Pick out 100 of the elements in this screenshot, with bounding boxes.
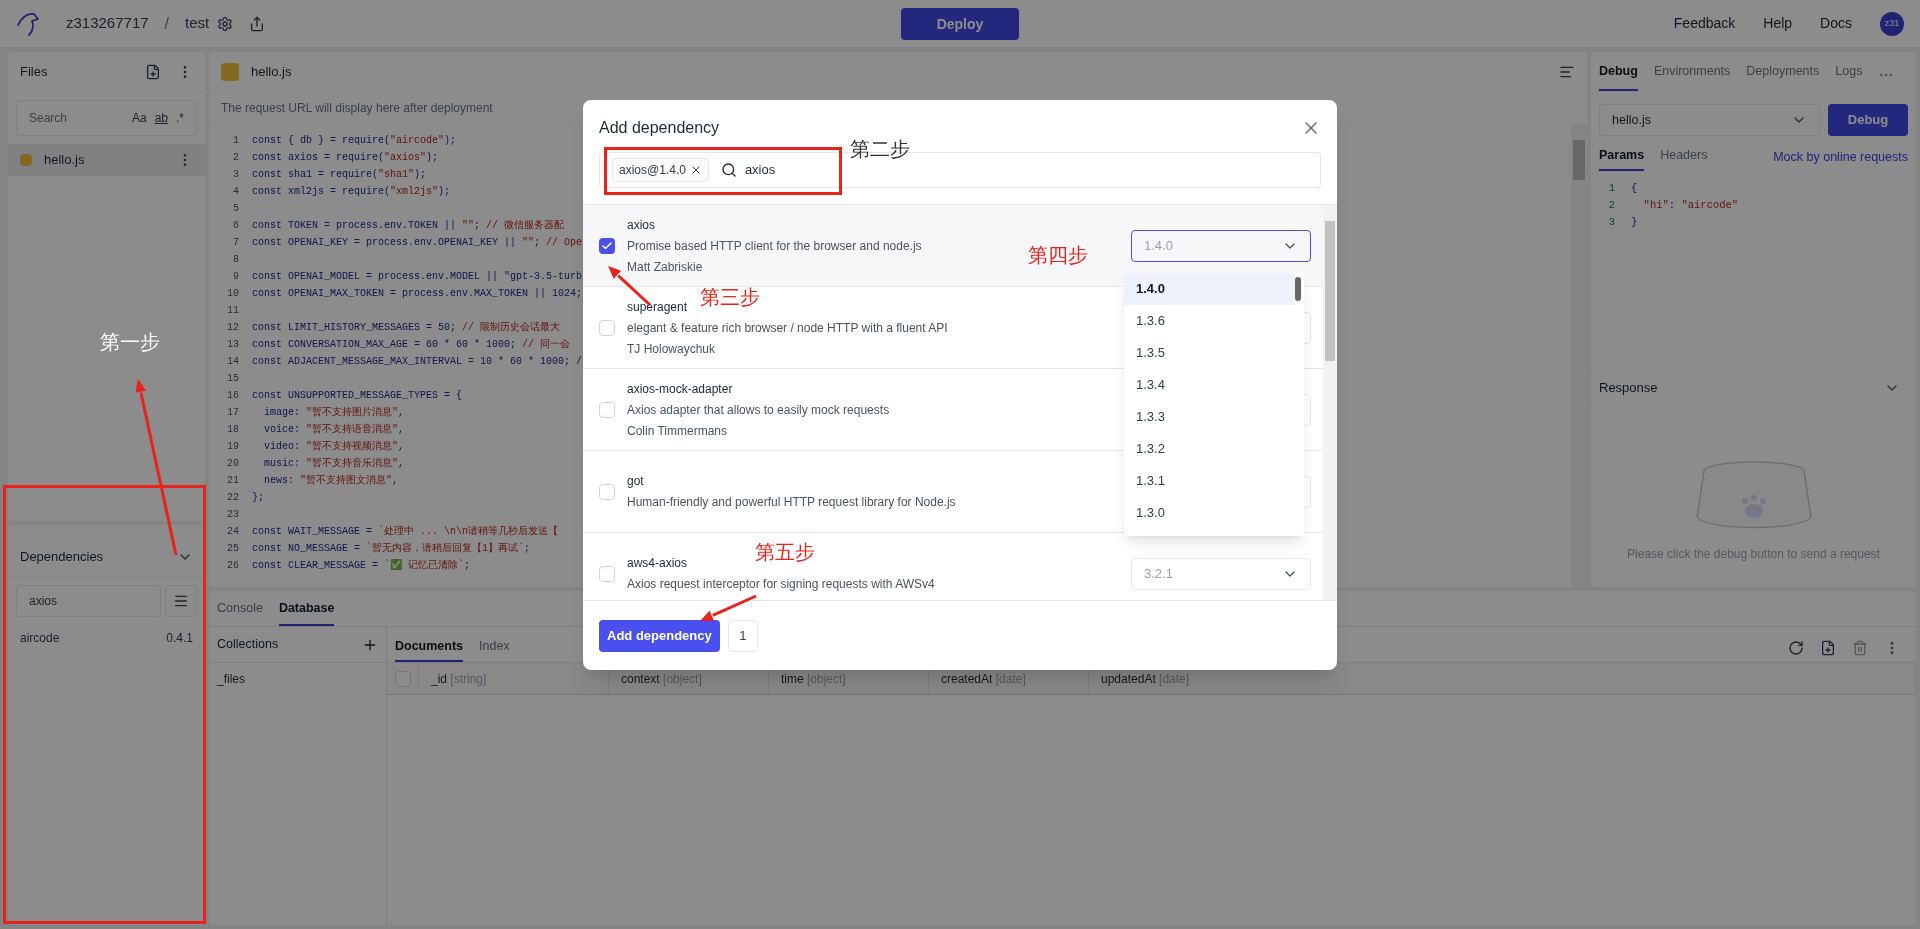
code-line: const UNSUPPORTED_MESSAGE_TYPES = { [252,389,463,403]
code-line: const WAIT_MESSAGE = `处理中 ... \n\n请稍等几秒后发送【 [252,524,559,539]
line-number: 15 [226,372,239,386]
code-line: const TOKEN = process.env.TOKEN || ""; // 微信服务器配 [252,219,565,233]
annotation-label: 第三步 [700,285,760,310]
version-option[interactable]: 1.3.0 [1124,497,1295,529]
version-select[interactable]: 3.2.1 [1131,557,1311,590]
line-number: 11 [226,304,239,318]
package-checkbox[interactable] [599,319,615,336]
scrollbar[interactable] [1323,205,1337,600]
deploy-button[interactable]: Deploy [901,7,1019,40]
line-number: 4 [232,185,239,199]
user-name[interactable]: z313267717 [66,12,149,35]
sub-tab[interactable]: Params [1599,146,1645,171]
package-checkbox[interactable] [599,565,615,582]
annotation-label: 第一步 [100,330,160,355]
line-number: 20 [226,457,239,471]
line-number: 19 [226,440,239,454]
add-dependency-button[interactable]: Add dependency [599,619,720,652]
add-document-icon[interactable] [1820,640,1836,656]
line-number: 18 [226,423,239,437]
line-number: 26 [226,559,239,573]
search-option[interactable]: Aa [131,109,147,127]
line-number: 14 [226,355,239,369]
panel-tab[interactable]: Debug [1599,62,1638,91]
documents-tab[interactable]: Index [479,637,510,662]
new-file-icon[interactable] [145,63,161,80]
section-title: Collections [217,636,279,654]
package-author: Colin Timmermans [627,422,728,440]
menu-button[interactable] [165,585,197,617]
line-number: 12 [226,321,239,335]
logo-icon[interactable] [16,10,42,37]
line-number: 13 [226,338,239,352]
section-title: Response [1599,379,1658,398]
panel-tab[interactable]: Database [278,599,335,626]
version-option[interactable]: 1.3.4 [1124,369,1295,401]
panel-tab[interactable]: Deployments [1746,62,1820,91]
code-line: const axios = require("axios"); [252,151,439,165]
line-number: 25 [226,542,239,556]
dialog-title: Add dependency [599,118,720,138]
line-number: 6 [232,219,239,233]
mock-link[interactable]: Mock by online requests [1773,148,1908,171]
share-icon[interactable] [249,15,266,32]
select-all-checkbox[interactable] [394,670,411,687]
code-line: const LIMIT_HISTORY_MESSAGES = 50; // 限制历史会话最大 [252,321,561,335]
header-link[interactable]: Feedback [1673,13,1736,34]
file-select[interactable]: hello.js [1599,104,1820,136]
code-line: "hi": "aircode" [1642,197,1739,213]
search-field[interactable]: Search Aa ab .* [16,100,197,136]
header-link[interactable]: Docs [1820,13,1852,34]
request-url-hint: The request URL will display here after deployment [221,99,493,117]
package-checkbox[interactable] [599,237,615,254]
line-number: 1 [232,134,239,148]
line-number: 7 [232,236,239,250]
line-number: 2 [1607,197,1615,213]
panel-tab[interactable]: Environments [1653,62,1731,91]
project-name[interactable]: test [185,12,210,35]
line-number: 22 [226,491,239,505]
search-option[interactable]: .* [176,109,184,127]
collection-item[interactable]: _files [209,663,386,695]
header-link[interactable]: Help [1763,13,1793,34]
version-option[interactable]: 1.3.2 [1124,433,1295,465]
package-checkbox[interactable] [599,483,615,500]
selected-count: 1 [727,619,758,652]
selected-package-chip[interactable]: axios@1.4.0 [612,158,709,182]
version-option[interactable]: 1.3.3 [1124,401,1295,433]
line-number: 1 [1607,180,1615,196]
panel-title: Files [20,62,48,81]
version-option[interactable]: 1.3.1 [1124,465,1295,497]
package-author: TJ Holowaychuk [627,340,716,358]
debug-button[interactable]: Debug [1828,104,1908,136]
code-line: image: "暂不支持图片消息", [263,405,405,420]
js-file-icon [221,62,239,81]
code-line: const OPENAI_MODEL = process.env.MODEL || "gpt-3.5-turb [252,270,583,284]
code-line: const { db } = require("aircode"); [252,134,457,148]
code-line: const NO_MESSAGE = `暂无内容，请稍后回复【1】再试`; [252,541,531,556]
version-option[interactable]: 1.3.5 [1124,337,1295,369]
package-author: Matt Zabriskie [627,258,703,276]
user-avatar[interactable]: z31 [1880,11,1904,36]
scrollbar-thumb[interactable] [1295,277,1301,301]
search-option[interactable]: ab [154,109,168,127]
sub-tab[interactable]: Headers [1660,146,1708,171]
code-line: voice: "暂不支持语音消息", [263,422,405,437]
line-number: 17 [226,406,239,420]
refresh-icon[interactable] [1788,640,1804,656]
version-option[interactable]: 1.3.6 [1124,305,1295,337]
annotation-label: 第五步 [755,540,815,565]
settings-icon[interactable] [217,15,234,32]
version-select[interactable]: 1.4.0 [1131,229,1311,262]
file-item[interactable]: hello.js [8,144,205,176]
dependency-search-field[interactable]: axios [16,585,161,617]
package-name: got [627,473,644,490]
editor-tab[interactable]: hello.js [251,61,292,82]
panel-tab[interactable]: Console [217,599,263,626]
version-option[interactable]: 1.4.0 [1124,273,1295,305]
package-checkbox[interactable] [599,401,615,418]
code-line: { [1631,180,1638,196]
panel-tab[interactable]: Logs [1835,62,1863,91]
package-description: Axios adapter that allows to easily mock requests [627,401,890,419]
search-icon [720,162,737,178]
